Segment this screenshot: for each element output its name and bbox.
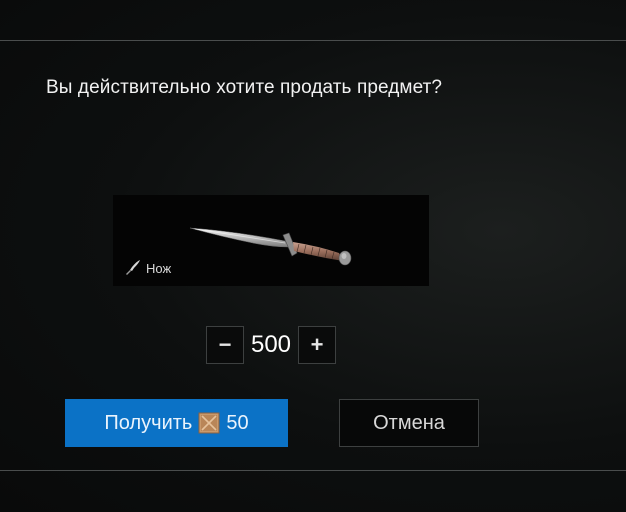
cancel-button[interactable]: Отмена	[339, 399, 479, 447]
bottom-divider	[0, 470, 626, 471]
currency-icon	[198, 412, 220, 434]
item-name: Нож	[146, 261, 172, 276]
confirm-amount: 50	[226, 411, 249, 434]
top-divider	[0, 40, 626, 41]
dialog-question: Вы действительно хотите продать предмет?	[46, 77, 443, 98]
knife-icon	[126, 260, 140, 275]
quantity-value[interactable]: 500	[244, 326, 298, 364]
confirm-sell-button[interactable]: Получить 50	[65, 399, 288, 447]
confirm-label: Получить	[104, 411, 193, 434]
item-preview: Нож	[113, 195, 429, 286]
quantity-decrement-button[interactable]: −	[206, 326, 244, 364]
quantity-increment-button[interactable]: +	[298, 326, 336, 364]
